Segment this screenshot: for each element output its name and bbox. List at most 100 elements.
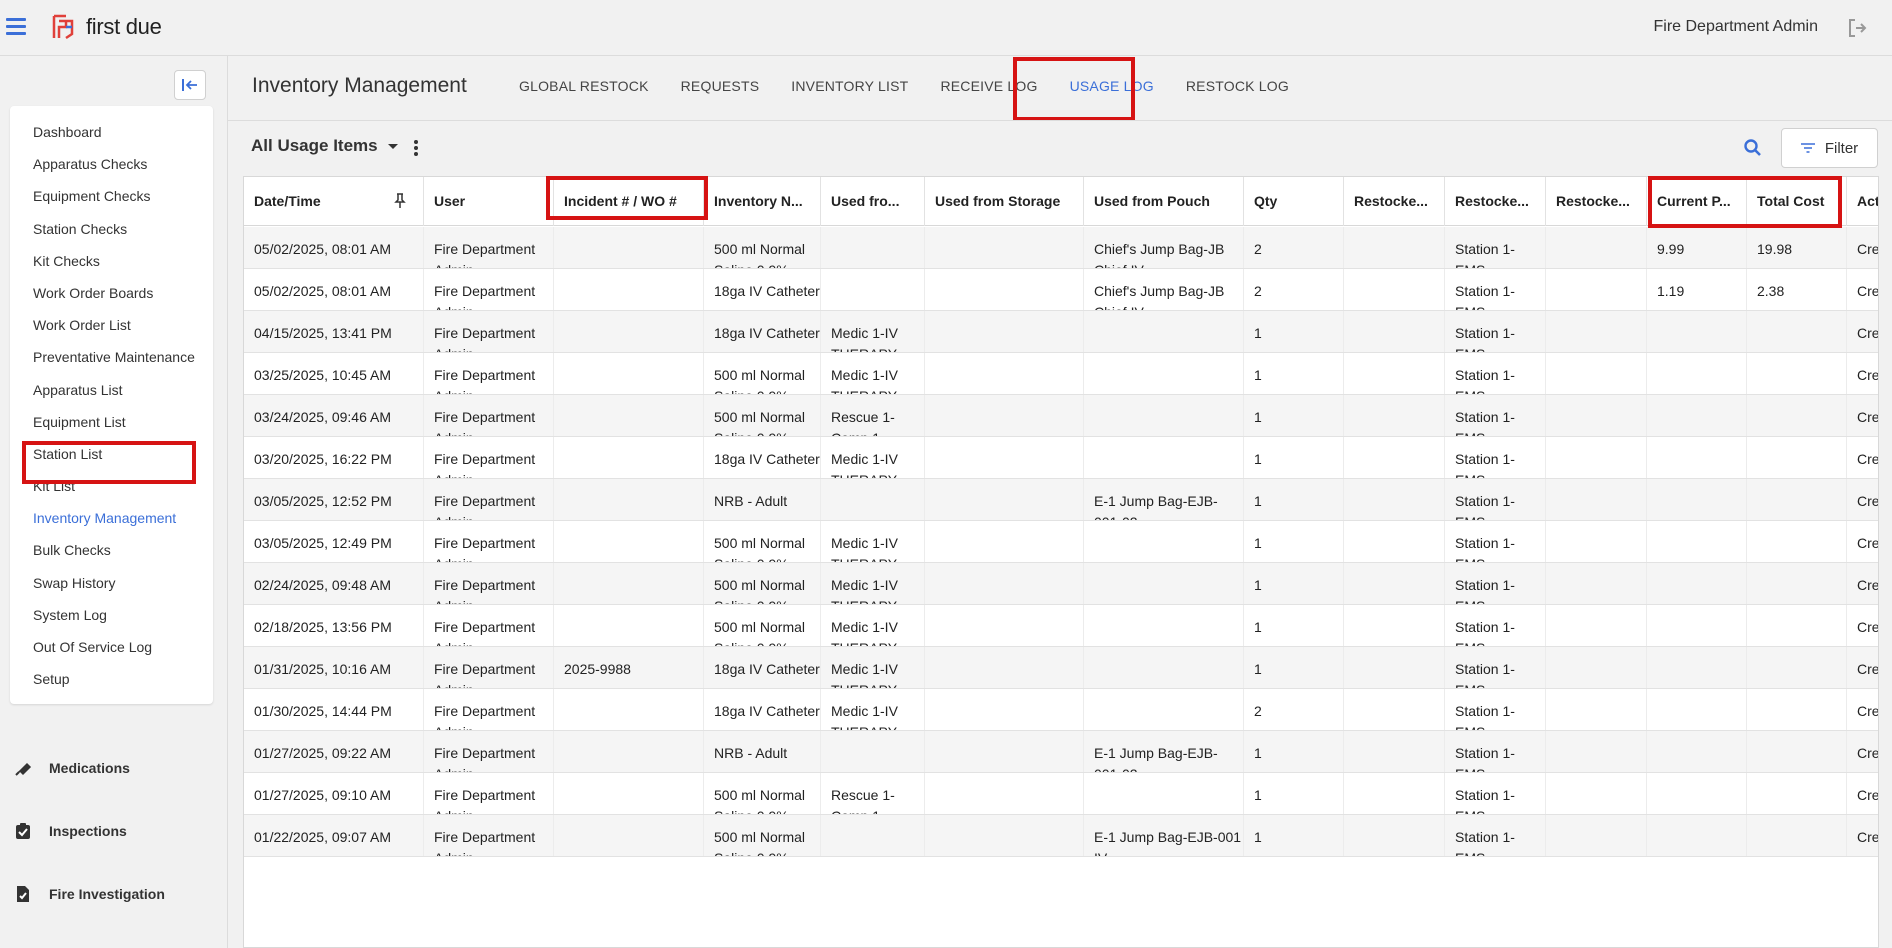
table-cell: [925, 227, 1084, 268]
table-cell: NRB - Adult: [704, 479, 821, 520]
sidebar-section-medications[interactable]: Medications: [14, 756, 130, 780]
sidebar-section-fire-investigation[interactable]: Fire Investigation: [14, 882, 165, 906]
column-header[interactable]: Date/Time: [244, 177, 424, 226]
table-row[interactable]: 02/24/2025, 09:48 AMFire Department Admi…: [244, 563, 1878, 605]
table-cell: [554, 815, 704, 856]
table-cell: 1: [1244, 815, 1344, 856]
sidebar-item-equipment-checks[interactable]: Equipment Checks: [10, 180, 213, 212]
table-row[interactable]: 05/02/2025, 08:01 AMFire Department Admi…: [244, 227, 1878, 269]
sidebar-section-inspections[interactable]: Inspections: [14, 819, 127, 843]
table-cell: 18ga IV Catheter: [704, 647, 821, 688]
table-cell: 03/25/2025, 10:45 AM: [244, 353, 424, 394]
table-cell: [925, 479, 1084, 520]
table-cell: [1546, 605, 1647, 646]
view-selector[interactable]: All Usage Items: [251, 136, 398, 156]
table-cell: 03/20/2025, 16:22 PM: [244, 437, 424, 478]
table-cell: [1747, 815, 1847, 856]
table-row[interactable]: 01/27/2025, 09:22 AMFire Department Admi…: [244, 731, 1878, 773]
sidebar-item-setup[interactable]: Setup: [10, 663, 213, 695]
column-header[interactable]: Used fro...: [821, 177, 925, 226]
search-icon[interactable]: [1742, 137, 1764, 159]
column-header[interactable]: Inventory N...: [704, 177, 821, 226]
table-cell: 2: [1244, 689, 1344, 730]
sidebar-item-station-checks[interactable]: Station Checks: [10, 213, 213, 245]
table-row[interactable]: 03/25/2025, 10:45 AMFire Department Admi…: [244, 353, 1878, 395]
table-cell: [554, 395, 704, 436]
sidebar-item-dashboard[interactable]: Dashboard: [10, 116, 213, 148]
column-header[interactable]: Used from Pouch: [1084, 177, 1244, 226]
table-cell: [1344, 521, 1445, 562]
filter-button[interactable]: Filter: [1781, 128, 1878, 168]
collapse-sidebar-button[interactable]: [174, 70, 206, 100]
table-row[interactable]: 01/22/2025, 09:07 AMFire Department Admi…: [244, 815, 1878, 857]
table-cell: [1344, 479, 1445, 520]
table-cell: [1546, 437, 1647, 478]
sidebar-item-equipment-list[interactable]: Equipment List: [10, 406, 213, 438]
tab-inventory-list[interactable]: INVENTORY LIST: [775, 56, 924, 120]
sidebar-item-work-order-list[interactable]: Work Order List: [10, 309, 213, 341]
sidebar-item-swap-history[interactable]: Swap History: [10, 567, 213, 599]
table-cell: Fire Department Admin: [424, 227, 554, 268]
table-row[interactable]: 03/24/2025, 09:46 AMFire Department Admi…: [244, 395, 1878, 437]
table-row[interactable]: 02/18/2025, 13:56 PMFire Department Admi…: [244, 605, 1878, 647]
table-row[interactable]: 03/05/2025, 12:49 PMFire Department Admi…: [244, 521, 1878, 563]
column-header[interactable]: Restocke...: [1445, 177, 1546, 226]
table-row[interactable]: 04/15/2025, 13:41 PMFire Department Admi…: [244, 311, 1878, 353]
table-cell: [1747, 563, 1847, 604]
sidebar-item-out-of-service-log[interactable]: Out Of Service Log: [10, 631, 213, 663]
highlight-box-usage-log: [1013, 57, 1135, 121]
table-cell: [1747, 311, 1847, 352]
table-cell: Cre: [1847, 731, 1878, 772]
table-cell: 03/05/2025, 12:49 PM: [244, 521, 424, 562]
table-row[interactable]: 01/27/2025, 09:10 AMFire Department Admi…: [244, 773, 1878, 815]
table-cell: [1344, 437, 1445, 478]
column-header[interactable]: Act: [1847, 177, 1878, 226]
more-options-icon[interactable]: [414, 140, 420, 156]
tab-global-restock[interactable]: GLOBAL RESTOCK: [503, 56, 665, 120]
table-cell: [1344, 563, 1445, 604]
table-cell: Medic 1-IV THERAPY: [821, 647, 925, 688]
table-row[interactable]: 03/20/2025, 16:22 PMFire Department Admi…: [244, 437, 1878, 479]
sidebar-item-system-log[interactable]: System Log: [10, 599, 213, 631]
tab-restock-log[interactable]: RESTOCK LOG: [1170, 56, 1305, 120]
table-cell: 1: [1244, 311, 1344, 352]
table-row[interactable]: 05/02/2025, 08:01 AMFire Department Admi…: [244, 269, 1878, 311]
table-cell: Cre: [1847, 269, 1878, 310]
sidebar-item-kit-checks[interactable]: Kit Checks: [10, 245, 213, 277]
table-cell: Rescue 1-Comp 1: [821, 395, 925, 436]
table-cell: Station 1-EMS: [1445, 395, 1546, 436]
pin-icon[interactable]: [394, 193, 406, 209]
sidebar-item-bulk-checks[interactable]: Bulk Checks: [10, 534, 213, 566]
table-cell: Chief's Jump Bag-JB Chief IV: [1084, 227, 1244, 268]
table-cell: [1747, 689, 1847, 730]
hamburger-menu-icon[interactable]: [6, 18, 26, 36]
column-header[interactable]: Used from Storage: [925, 177, 1084, 226]
table-cell: Station 1-EMS: [1445, 521, 1546, 562]
table-cell: [925, 395, 1084, 436]
table-cell: [1747, 521, 1847, 562]
logo[interactable]: first due: [52, 14, 162, 40]
table-cell: [1546, 773, 1647, 814]
table-cell: 1: [1244, 521, 1344, 562]
tab-requests[interactable]: REQUESTS: [665, 56, 776, 120]
table-cell: Fire Department Admin: [424, 437, 554, 478]
column-header[interactable]: Qty: [1244, 177, 1344, 226]
table-row[interactable]: 01/31/2025, 10:16 AMFire Department Admi…: [244, 647, 1878, 689]
column-header[interactable]: Restocke...: [1344, 177, 1445, 226]
sidebar-item-apparatus-list[interactable]: Apparatus List: [10, 374, 213, 406]
sidebar-item-preventative-maintenance[interactable]: Preventative Maintenance: [10, 341, 213, 373]
table-cell: [1546, 689, 1647, 730]
logout-icon[interactable]: [1846, 16, 1870, 40]
table-cell: Station 1-EMS: [1445, 605, 1546, 646]
table-cell: 05/02/2025, 08:01 AM: [244, 227, 424, 268]
sidebar-item-inventory-management[interactable]: Inventory Management: [10, 502, 213, 534]
sidebar-item-apparatus-checks[interactable]: Apparatus Checks: [10, 148, 213, 180]
user-name[interactable]: Fire Department Admin: [1653, 18, 1818, 36]
table-row[interactable]: 01/30/2025, 14:44 PMFire Department Admi…: [244, 689, 1878, 731]
table-cell: [821, 731, 925, 772]
table-row[interactable]: 03/05/2025, 12:52 PMFire Department Admi…: [244, 479, 1878, 521]
column-header[interactable]: User: [424, 177, 554, 226]
sidebar-item-work-order-boards[interactable]: Work Order Boards: [10, 277, 213, 309]
table-cell: E-1 Jump Bag-EJB-001-02: [1084, 479, 1244, 520]
column-header[interactable]: Restocke...: [1546, 177, 1647, 226]
